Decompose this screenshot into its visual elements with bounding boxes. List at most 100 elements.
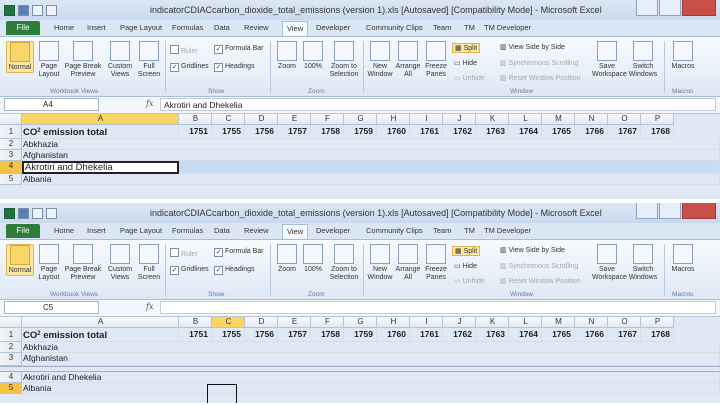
- year-cell[interactable]: 1766: [575, 328, 608, 342]
- hide-button[interactable]: ▭ Hide: [454, 59, 477, 67]
- switch-windows-button[interactable]: Switch Windows: [626, 41, 660, 78]
- view-side-by-side-button[interactable]: ▥ View Side by Side: [500, 43, 565, 51]
- formula-bar-checkbox[interactable]: ✓ Formula Bar: [214, 45, 264, 54]
- tab-formulas[interactable]: Formulas: [172, 226, 203, 235]
- column-header-b[interactable]: B: [179, 114, 212, 125]
- ruler-checkbox[interactable]: Ruler: [170, 248, 198, 258]
- selected-row-range[interactable]: [179, 161, 720, 174]
- name-box[interactable]: C5: [4, 301, 99, 314]
- maximize-button[interactable]: [659, 0, 681, 16]
- ruler-checkbox[interactable]: Ruler: [170, 45, 198, 55]
- year-cell[interactable]: 1768: [641, 328, 674, 342]
- column-header-p[interactable]: P: [641, 317, 674, 328]
- new-window-button[interactable]: New Window: [367, 41, 393, 78]
- column-header-p[interactable]: P: [641, 114, 674, 125]
- tab-formulas[interactable]: Formulas: [172, 23, 203, 32]
- column-header-n[interactable]: N: [575, 114, 608, 125]
- synchronous-scrolling-button[interactable]: ▥ Synchronous Scrolling: [500, 59, 578, 67]
- tab-community-clips[interactable]: Community Clips: [366, 23, 423, 32]
- page-break-preview-button[interactable]: Page Break Preview: [64, 41, 102, 78]
- column-header-k[interactable]: K: [476, 114, 509, 125]
- save-workspace-button[interactable]: Save Workspace: [592, 41, 627, 78]
- year-cell[interactable]: 1751: [179, 125, 212, 139]
- year-cell[interactable]: 1759: [344, 125, 377, 139]
- column-header-h[interactable]: H: [377, 114, 410, 125]
- reset-window-position-button[interactable]: ▥ Reset Window Position: [500, 74, 581, 82]
- full-screen-button[interactable]: Full Screen: [136, 41, 162, 78]
- select-all-corner[interactable]: [0, 317, 22, 328]
- excel-icon[interactable]: [4, 207, 15, 219]
- tab-data[interactable]: Data: [214, 23, 230, 32]
- row-header[interactable]: 5: [0, 383, 22, 394]
- undo-icon[interactable]: [32, 207, 43, 219]
- year-cell[interactable]: 1751: [179, 328, 212, 342]
- column-header-m[interactable]: M: [542, 317, 575, 328]
- tab-insert[interactable]: Insert: [87, 226, 106, 235]
- tab-insert[interactable]: Insert: [87, 23, 106, 32]
- tab-tm-developer[interactable]: TM Developer: [484, 226, 531, 235]
- year-cell[interactable]: 1757: [278, 125, 311, 139]
- year-cell[interactable]: 1764: [509, 125, 542, 139]
- tab-view[interactable]: View: [282, 21, 309, 36]
- column-header-d[interactable]: D: [245, 317, 278, 328]
- spreadsheet-grid[interactable]: A B C D E F G H I J K L M N O P 1 CO2 em…: [0, 317, 720, 394]
- redo-icon[interactable]: [46, 4, 57, 16]
- cell-country[interactable]: Abkhazia: [22, 139, 720, 150]
- year-cell[interactable]: 1756: [245, 328, 278, 342]
- column-header-b[interactable]: B: [179, 317, 212, 328]
- tab-tm[interactable]: TM: [464, 23, 475, 32]
- column-header-c[interactable]: C: [212, 317, 245, 328]
- normal-view-button[interactable]: Normal: [6, 41, 34, 73]
- normal-view-button[interactable]: Normal: [6, 244, 34, 276]
- freeze-panes-button[interactable]: Freeze Panes: [423, 41, 449, 78]
- cell-country[interactable]: Abkhazia: [22, 342, 720, 353]
- tab-review[interactable]: Review: [244, 23, 269, 32]
- redo-icon[interactable]: [46, 207, 57, 219]
- tab-file[interactable]: File: [6, 21, 40, 35]
- year-cell[interactable]: 1765: [542, 125, 575, 139]
- column-header-g[interactable]: G: [344, 114, 377, 125]
- select-all-corner[interactable]: [0, 114, 22, 125]
- unhide-button[interactable]: ▭ Unhide: [454, 277, 485, 285]
- macros-button[interactable]: Macros: [670, 41, 696, 71]
- column-header-e[interactable]: E: [278, 317, 311, 328]
- headings-checkbox[interactable]: ✓ Headings: [214, 63, 255, 72]
- formula-input[interactable]: Akrotiri and Dhekelia: [160, 98, 716, 111]
- year-cell[interactable]: 1758: [311, 125, 344, 139]
- year-cell[interactable]: 1764: [509, 328, 542, 342]
- column-header-c[interactable]: C: [212, 114, 245, 125]
- switch-windows-button[interactable]: Switch Windows: [626, 244, 660, 281]
- tab-community-clips[interactable]: Community Clips: [366, 226, 423, 235]
- column-header-g[interactable]: G: [344, 317, 377, 328]
- year-cell[interactable]: 1761: [410, 328, 443, 342]
- tab-review[interactable]: Review: [244, 226, 269, 235]
- custom-views-button[interactable]: Custom Views: [106, 41, 134, 78]
- minimize-button[interactable]: [636, 203, 658, 219]
- cell-country[interactable]: Albania: [22, 383, 720, 394]
- save-workspace-button[interactable]: Save Workspace: [592, 244, 627, 281]
- year-cell[interactable]: 1762: [443, 328, 476, 342]
- hide-button[interactable]: ▭ Hide: [454, 262, 477, 270]
- new-window-button[interactable]: New Window: [367, 244, 393, 281]
- column-header-a[interactable]: A: [22, 317, 179, 328]
- custom-views-button[interactable]: Custom Views: [106, 244, 134, 281]
- undo-icon[interactable]: [32, 4, 43, 16]
- cell-a1[interactable]: CO2 emission total: [22, 125, 179, 139]
- column-header-f[interactable]: F: [311, 317, 344, 328]
- name-box[interactable]: A4: [4, 98, 99, 111]
- cell-country[interactable]: Akrotiri and Dhekelia: [22, 372, 720, 383]
- column-header-k[interactable]: K: [476, 317, 509, 328]
- column-header-j[interactable]: J: [443, 114, 476, 125]
- active-cell[interactable]: Akrotiri and Dhekelia: [22, 161, 179, 174]
- maximize-button[interactable]: [659, 203, 681, 219]
- save-icon[interactable]: [18, 207, 29, 219]
- year-cell[interactable]: 1762: [443, 125, 476, 139]
- minimize-button[interactable]: [636, 0, 658, 16]
- year-cell[interactable]: 1763: [476, 328, 509, 342]
- gridlines-checkbox[interactable]: ✓ Gridlines: [170, 266, 209, 275]
- column-header-l[interactable]: L: [509, 317, 542, 328]
- tab-page-layout[interactable]: Page Layout: [120, 226, 162, 235]
- year-cell[interactable]: 1760: [377, 125, 410, 139]
- insert-function-icon[interactable]: fx: [146, 302, 153, 311]
- year-cell[interactable]: 1766: [575, 125, 608, 139]
